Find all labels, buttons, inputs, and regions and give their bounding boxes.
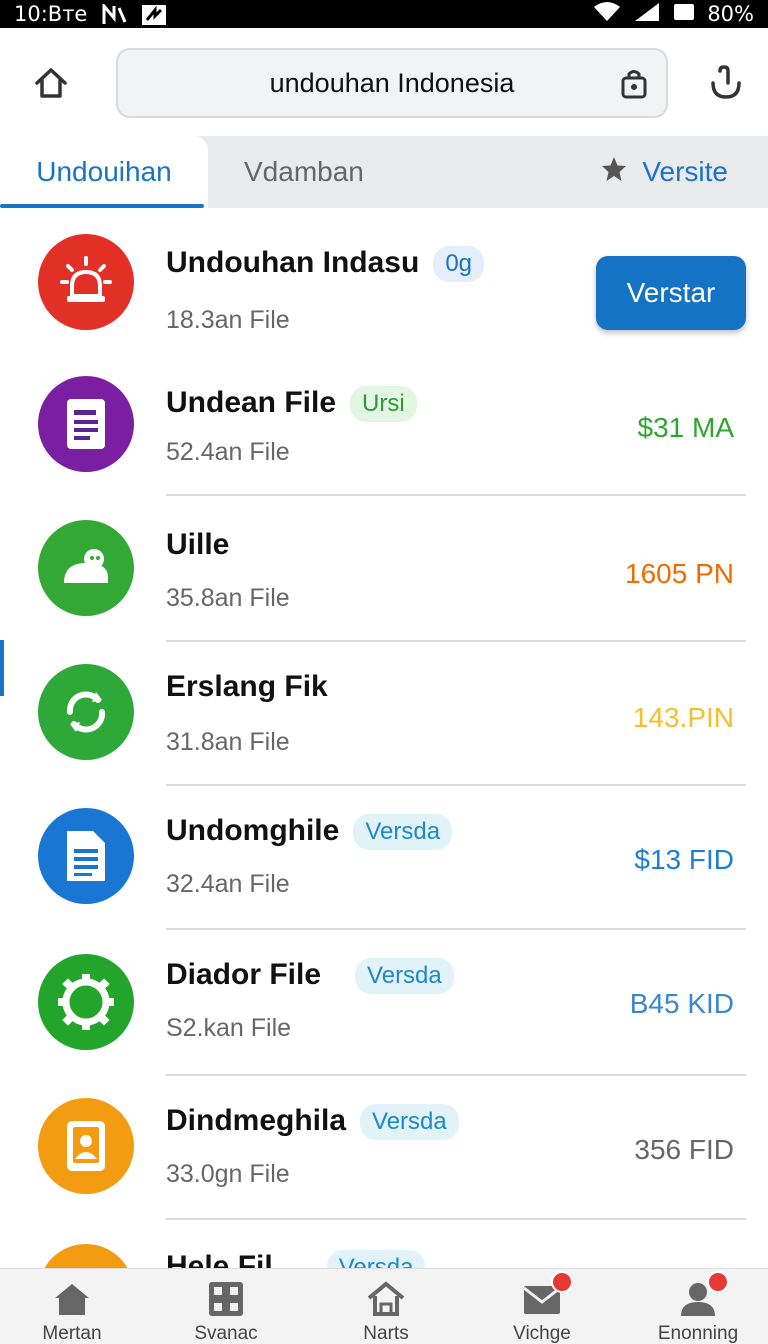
list-item[interactable]: Diador File Versda S2.kan File B45 KID bbox=[0, 948, 768, 1093]
house-outline-icon bbox=[365, 1279, 407, 1319]
nav-label: Narts bbox=[363, 1323, 409, 1344]
item-subtitle: 33.0gn File bbox=[166, 1160, 290, 1188]
item-subtitle: 52.4an File bbox=[166, 438, 290, 466]
list-item[interactable]: Uille 35.8an File 1605 PN bbox=[0, 514, 768, 659]
sync-icon bbox=[38, 664, 134, 760]
contact-icon bbox=[38, 1098, 134, 1194]
nav-item-enonning[interactable]: Enonning bbox=[638, 1269, 758, 1344]
list-item[interactable]: Erslang Fik 31.8an File 143.PIN bbox=[0, 660, 768, 805]
item-title: Erslang Fik bbox=[166, 670, 328, 703]
nav-item-narts[interactable]: Narts bbox=[326, 1269, 446, 1344]
item-badge: 0g bbox=[433, 246, 485, 283]
item-price: $31 MA bbox=[637, 412, 735, 443]
android-icon bbox=[38, 520, 134, 616]
tab-versite[interactable]: Versite bbox=[600, 136, 728, 208]
item-subtitle: 18.3an File bbox=[166, 306, 290, 334]
tab-label: Vdamban bbox=[244, 156, 364, 187]
status-bar: 10:Bте 80% bbox=[0, 0, 768, 28]
item-badge: Versda bbox=[360, 1104, 459, 1141]
nav-label: Enonning bbox=[657, 1323, 739, 1344]
tab-label: Versite bbox=[642, 156, 728, 187]
battery-icon bbox=[673, 1, 695, 28]
bottom-nav: Mertan Svanac Narts Vichge Enonning bbox=[0, 1268, 768, 1344]
nav-item-vichge[interactable]: Vichge bbox=[482, 1269, 602, 1344]
grid-icon bbox=[205, 1279, 247, 1319]
list-item[interactable]: Undouhan Indasu 0g 18.3an File Verstar bbox=[0, 226, 768, 371]
list-item[interactable]: Dindmeghila Versda 33.0gn File 356 FID bbox=[0, 1094, 768, 1239]
divider bbox=[166, 928, 746, 930]
item-badge: Versda bbox=[353, 814, 453, 851]
partial-icon bbox=[38, 1244, 134, 1268]
document-icon bbox=[38, 376, 134, 472]
item-title: Uille bbox=[166, 528, 230, 561]
list-item[interactable]: Undean File Ursi 52.4an File $31 MA bbox=[0, 368, 768, 513]
item-subtitle: S2.kan File bbox=[166, 1014, 292, 1042]
divider bbox=[166, 640, 746, 642]
item-badge: Versda bbox=[355, 958, 454, 995]
list-item[interactable]: Undomghile Versda 32.4an File $13 FID bbox=[0, 804, 768, 949]
gear-icon bbox=[38, 954, 134, 1050]
divider bbox=[166, 1218, 746, 1220]
download-list: Undouhan Indasu 0g 18.3an File Verstar Un… bbox=[0, 208, 768, 1268]
star-icon bbox=[600, 155, 628, 190]
item-title: Undomghile Versda bbox=[166, 814, 453, 851]
notification-badge bbox=[707, 1271, 729, 1293]
address-bar[interactable]: undouhan Indonesia bbox=[116, 48, 668, 118]
status-time: 10:Bте bbox=[14, 2, 88, 26]
item-price: B45 KID bbox=[629, 988, 734, 1019]
nav-item-mertan[interactable]: Mertan bbox=[12, 1269, 132, 1344]
item-title: Undean File Ursi bbox=[166, 386, 417, 423]
signal-icon bbox=[633, 1, 661, 28]
divider bbox=[166, 1074, 746, 1076]
nav-item-svanac[interactable]: Svanac bbox=[166, 1269, 286, 1344]
item-price: $13 FID bbox=[634, 844, 734, 875]
item-subtitle: 35.8an File bbox=[166, 584, 290, 612]
nav-label: Vichge bbox=[513, 1323, 571, 1344]
nav-label: Mertan bbox=[42, 1323, 102, 1344]
item-price: 143.PIN bbox=[632, 702, 734, 733]
item-badge: Ursi bbox=[350, 386, 417, 423]
mail-icon bbox=[521, 1271, 573, 1319]
divider bbox=[166, 494, 746, 496]
item-title: Diador File Versda bbox=[166, 958, 454, 995]
browser-toolbar: undouhan Indonesia bbox=[0, 28, 768, 136]
verstar-button[interactable]: Verstar bbox=[596, 256, 746, 330]
tab-vdamban[interactable]: Vdamban bbox=[244, 136, 364, 208]
nfc-icon bbox=[101, 1, 127, 24]
notification-icon bbox=[141, 4, 167, 25]
tab-bar: Undouihan Vdamban Versite bbox=[0, 136, 768, 208]
divider bbox=[166, 784, 746, 786]
home-icon bbox=[51, 1279, 93, 1319]
item-price: 1605 PN bbox=[625, 558, 734, 589]
lock-icon[interactable] bbox=[616, 66, 652, 102]
item-badge: Versda bbox=[326, 1250, 426, 1268]
mic-icon[interactable] bbox=[702, 60, 750, 108]
list-item[interactable]: Hele Fil Versda bbox=[0, 1240, 768, 1268]
item-title: Undouhan Indasu 0g bbox=[166, 246, 485, 283]
notification-badge bbox=[551, 1271, 573, 1293]
tab-undouihan[interactable]: Undouihan bbox=[0, 136, 208, 208]
item-title: Hele Fil Versda bbox=[166, 1250, 426, 1268]
alarm-icon bbox=[38, 234, 134, 330]
item-subtitle: 31.8an File bbox=[166, 728, 290, 756]
item-subtitle: 32.4an File bbox=[166, 870, 290, 898]
person-icon bbox=[677, 1271, 729, 1319]
home-icon[interactable] bbox=[28, 60, 74, 106]
url-text: undouhan Indonesia bbox=[269, 67, 515, 98]
nav-label: Svanac bbox=[194, 1323, 258, 1344]
battery-percent: 80% bbox=[707, 2, 754, 26]
item-title: Dindmeghila Versda bbox=[166, 1104, 459, 1141]
item-price: 356 FID bbox=[634, 1134, 734, 1165]
wifi-icon bbox=[593, 1, 621, 28]
file-icon bbox=[38, 808, 134, 904]
scroll-edge-indicator bbox=[0, 640, 4, 696]
tab-label: Undouihan bbox=[36, 156, 172, 187]
